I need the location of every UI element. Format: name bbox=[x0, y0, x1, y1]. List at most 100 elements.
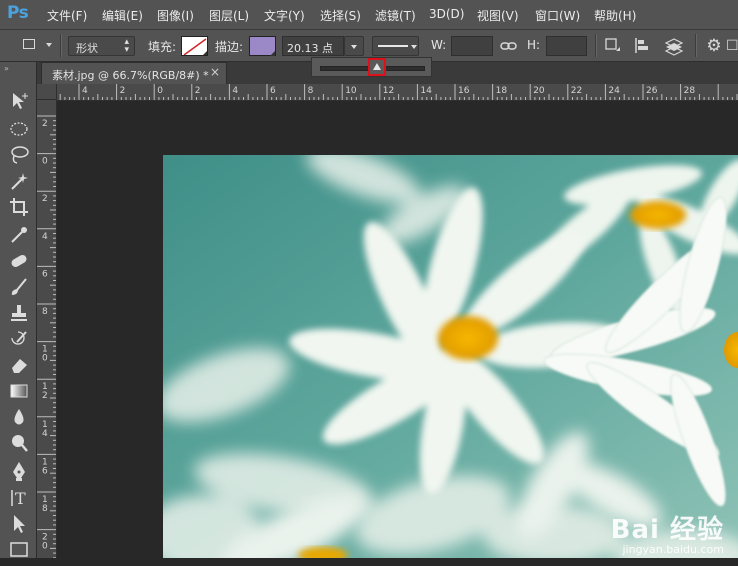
divider bbox=[60, 34, 62, 57]
ruler-label: 2 bbox=[120, 86, 126, 96]
elliptical-marquee-icon[interactable] bbox=[8, 118, 30, 140]
mode-select[interactable]: 形状 ▴ ▾ bbox=[68, 36, 135, 56]
stroke-width-value: 20.13 点 bbox=[287, 42, 333, 55]
stroke-type-select[interactable] bbox=[372, 36, 419, 56]
pen-icon[interactable] bbox=[8, 460, 30, 482]
ruler-label: 4 bbox=[232, 86, 238, 96]
brush-icon[interactable] bbox=[8, 276, 30, 298]
path-alignment-icon[interactable] bbox=[634, 37, 652, 55]
baidu-watermark-logo: Bai 经验 bbox=[610, 515, 724, 545]
stroke-swatch[interactable] bbox=[249, 36, 276, 56]
width-label: W: bbox=[431, 38, 447, 52]
height-label: H: bbox=[527, 38, 541, 52]
eraser-icon[interactable] bbox=[8, 354, 30, 376]
menu-select[interactable]: 选择(S) bbox=[320, 7, 361, 24]
stroke-width-dropdown[interactable] bbox=[344, 36, 364, 56]
ruler-label: 14 bbox=[420, 86, 432, 96]
ruler-label: 6 bbox=[42, 269, 48, 279]
type-tool-icon[interactable]: T bbox=[8, 486, 30, 508]
ruler-label: 2 bbox=[195, 86, 201, 96]
rectangle-icon bbox=[23, 39, 35, 49]
svg-text:T: T bbox=[15, 489, 26, 508]
ruler-label: 10 bbox=[345, 86, 357, 96]
fill-swatch[interactable] bbox=[181, 36, 208, 56]
vertical-ruler[interactable]: 202468101214161820 bbox=[37, 100, 57, 558]
ruler-label: 8 bbox=[42, 504, 48, 514]
menu-edit[interactable]: 编辑(E) bbox=[102, 7, 143, 24]
menu-window[interactable]: 窗口(W) bbox=[535, 7, 580, 24]
close-icon[interactable]: × bbox=[210, 65, 220, 79]
ruler-label: 22 bbox=[571, 86, 582, 96]
horizontal-ruler[interactable]: 4 2 0 2 4 6 8 10 12 14 16 18 20 22 24 26 28 bbox=[57, 84, 738, 101]
link-icon[interactable] bbox=[500, 38, 518, 54]
height-input[interactable] bbox=[546, 36, 587, 56]
document-tab[interactable]: 素材.jpg @ 66.7%(RGB/8#) * × bbox=[41, 62, 227, 84]
ruler-label: 26 bbox=[646, 86, 658, 96]
tools-panel: » T bbox=[0, 62, 37, 558]
divider bbox=[595, 34, 597, 57]
no-fill-icon bbox=[183, 38, 207, 55]
stroke-label: 描边: bbox=[215, 40, 244, 54]
tool-preset-picker[interactable] bbox=[8, 34, 56, 56]
menu-view[interactable]: 视图(V) bbox=[477, 7, 519, 24]
path-arrangement-icon[interactable] bbox=[664, 36, 684, 56]
swatch-corner-icon bbox=[270, 51, 275, 56]
triangle-up-icon bbox=[372, 63, 381, 70]
menu-filter[interactable]: 滤镜(T) bbox=[375, 7, 416, 24]
image-canvas[interactable]: Bai 经验 jingyan.baidu.com bbox=[163, 155, 738, 558]
updown-arrows-icon: ▴ ▾ bbox=[124, 37, 129, 55]
ruler-label: 24 bbox=[608, 86, 620, 96]
menu-bar: Ps 文件(F) 编辑(E) 图像(I) 图层(L) 文字(Y) 选择(S) 滤… bbox=[0, 0, 738, 30]
stroke-width-input[interactable]: 20.13 点 bbox=[282, 36, 344, 56]
photoshop-logo: Ps bbox=[7, 3, 29, 23]
mode-select-value: 形状 bbox=[76, 42, 98, 55]
collapse-panel-icon[interactable]: » bbox=[4, 64, 9, 73]
menu-type[interactable]: 文字(Y) bbox=[264, 7, 305, 24]
eyedropper-icon[interactable] bbox=[8, 224, 30, 246]
path-selection-icon[interactable] bbox=[8, 512, 30, 534]
menu-file[interactable]: 文件(F) bbox=[47, 7, 87, 24]
ruler-label: 12 bbox=[383, 86, 394, 96]
rectangle-tool-icon[interactable] bbox=[8, 538, 30, 560]
divider bbox=[695, 34, 697, 57]
horizontal-ruler-ticks: 4 2 0 2 4 6 8 10 12 14 16 18 20 22 24 26 28 bbox=[59, 84, 738, 100]
history-brush-icon[interactable] bbox=[8, 328, 30, 350]
path-operations-icon[interactable] bbox=[604, 37, 622, 55]
clone-stamp-icon[interactable] bbox=[8, 302, 30, 324]
ruler-label: 16 bbox=[458, 86, 470, 96]
ruler-label: 2 bbox=[42, 119, 48, 129]
stroke-width-slider-popup bbox=[311, 57, 432, 77]
move-tool-icon[interactable] bbox=[8, 90, 30, 112]
menu-image[interactable]: 图像(I) bbox=[157, 7, 194, 24]
ruler-label: 6 bbox=[270, 86, 276, 96]
ruler-origin[interactable] bbox=[37, 84, 57, 100]
ruler-label: 8 bbox=[42, 307, 48, 317]
chevron-down-icon bbox=[351, 45, 357, 49]
menu-layer[interactable]: 图层(L) bbox=[209, 7, 249, 24]
menu-3d[interactable]: 3D(D) bbox=[429, 7, 464, 21]
checkbox-icon[interactable]: ☐ bbox=[726, 36, 738, 56]
lasso-icon[interactable] bbox=[8, 144, 30, 166]
ruler-label: 8 bbox=[308, 86, 314, 96]
document-tab-title: 素材.jpg @ 66.7%(RGB/8#) * bbox=[52, 69, 209, 82]
ruler-label: 6 bbox=[42, 466, 48, 476]
daisy-photo bbox=[163, 155, 738, 558]
stroke-width-slider-handle[interactable] bbox=[367, 58, 386, 76]
healing-brush-icon[interactable] bbox=[8, 250, 30, 272]
crop-icon[interactable] bbox=[8, 196, 30, 218]
blur-icon[interactable] bbox=[8, 406, 30, 428]
gear-icon[interactable]: ⚙ bbox=[704, 36, 724, 56]
width-input[interactable] bbox=[451, 36, 493, 56]
ruler-label: 0 bbox=[42, 542, 48, 552]
chevron-down-icon bbox=[411, 45, 417, 49]
ruler-label: 18 bbox=[496, 86, 508, 96]
ruler-label: 20 bbox=[533, 86, 545, 96]
magic-wand-icon[interactable] bbox=[8, 170, 30, 192]
ruler-label: 4 bbox=[42, 429, 48, 439]
chevron-down-icon bbox=[46, 43, 52, 47]
ruler-label: 0 bbox=[42, 354, 48, 364]
dodge-icon[interactable] bbox=[8, 432, 30, 454]
ruler-label: 4 bbox=[42, 232, 48, 242]
menu-help[interactable]: 帮助(H) bbox=[594, 7, 636, 24]
gradient-icon[interactable] bbox=[8, 380, 30, 402]
